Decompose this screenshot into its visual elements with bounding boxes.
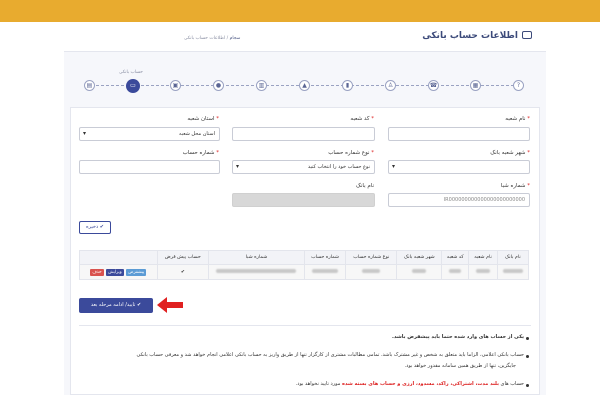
notes-divider (79, 325, 531, 326)
branch-city-select[interactable] (388, 160, 530, 174)
step-bank-card-icon[interactable]: ▭ (126, 79, 140, 93)
step-id-card-icon[interactable]: ▣ (170, 80, 181, 91)
cell-branch-code (441, 264, 470, 280)
top-bar (0, 0, 600, 22)
branch-province-select[interactable]: استان محل شعبه (79, 127, 220, 141)
note-ownership-line2: جایگزین، تنها از طریق همین سامانه مقدور … (404, 363, 517, 369)
sheba-label: * شماره شبا (500, 183, 530, 189)
active-step-label: حساب بانکی (119, 70, 143, 75)
col-branch-code: کد شعبه (441, 250, 470, 265)
note-ownership-line1: حساب بانکی اعلامی، الزاما باید متعلق به … (136, 352, 524, 358)
cell-default-check: ✔ (156, 264, 209, 280)
step-certificate-icon[interactable]: ▦ (470, 80, 481, 91)
bank-name-input (232, 193, 375, 207)
branch-province-label: * استان شعبه (187, 116, 219, 122)
step-progress: حساب بانکی ▤ ▭ ▣ ● ▥ ▲ ▮ ♙ ☎ ▦ ? ⌂ (64, 68, 546, 98)
bank-card-icon (522, 31, 532, 39)
cell-branch-name (468, 264, 498, 280)
account-type-label: * نوع شماره حساب (328, 150, 374, 156)
col-sheba: شماره شبا (207, 250, 305, 265)
breadcrumb: سجام / اطلاعات حساب بانکی (184, 36, 241, 41)
col-branch-name: نام شعبه (468, 250, 498, 265)
account-number-input[interactable] (79, 160, 220, 174)
col-account-number: شماره حساب (303, 250, 347, 265)
edit-button[interactable]: ویرایش (106, 268, 124, 276)
step-address-card-icon[interactable]: ▥ (256, 80, 267, 91)
cell-account-number (303, 264, 347, 280)
account-type-select[interactable]: نوع حساب خود را انتخاب کنید (232, 160, 375, 174)
col-account-type: نوع شماره حساب (345, 250, 398, 265)
step-question-icon[interactable]: ? (513, 80, 524, 91)
delete-button[interactable]: حذف (90, 268, 104, 276)
bank-accounts-table: نام بانک نام شعبه کد شعبه شهر شعبه بانک … (79, 250, 530, 280)
cell-bank-name (496, 264, 530, 280)
step-graduation-cap-icon[interactable]: ▲ (299, 80, 310, 91)
step-document-icon[interactable]: ▤ (84, 80, 95, 91)
note-invalid-accounts: حساب های بلند مدت، اشتراکی، راکد، مسدود،… (295, 381, 524, 387)
branch-name-input[interactable] (388, 127, 530, 141)
breadcrumb-home[interactable]: سجام (230, 36, 241, 41)
branch-code-label: * کد شعبه (350, 116, 374, 122)
confirm-next-step-button[interactable]: ✔ تایید/ ادامه مرحله بعد (79, 298, 153, 313)
bank-name-label: نام بانک (355, 183, 374, 189)
step-bookmark-icon[interactable]: ▮ (342, 80, 353, 91)
note-bullet (526, 384, 529, 387)
set-default-button[interactable]: پیشفرض (126, 268, 147, 276)
save-button[interactable]: ✔ ذخیره (79, 221, 111, 234)
step-phone-icon[interactable]: ☎ (428, 80, 439, 91)
cell-branch-city (396, 264, 443, 280)
cell-sheba (207, 264, 305, 280)
branch-name-label: * نام شعبه (505, 116, 530, 122)
note-bullet (526, 337, 529, 340)
page-header: اطلاعات حساب بانکی سجام / اطلاعات حساب ب… (64, 22, 546, 52)
note-bullet (526, 355, 529, 358)
breadcrumb-current: اطلاعات حساب بانکی (184, 36, 226, 41)
cell-actions: پیشفرض ویرایش حذف (79, 264, 158, 280)
col-actions (79, 250, 158, 265)
step-user-icon[interactable]: ● (213, 80, 224, 91)
note-default-required: یکی از حساب های وارد شده حتما باید پیشفر… (392, 334, 524, 340)
cell-account-type (345, 264, 398, 280)
table-header-row: نام بانک نام شعبه کد شعبه شهر شعبه بانک … (79, 250, 530, 265)
col-default: حساب پیش فرض (156, 250, 209, 265)
table-row: ✔ پیشفرض ویرایش حذف (79, 264, 530, 280)
account-number-label: * شماره حساب (182, 150, 219, 156)
col-branch-city: شهر شعبه بانک (396, 250, 443, 265)
sheba-input[interactable]: IR000000000000000000000000 (388, 193, 530, 207)
branch-city-label: * شهر شعبه بانک (490, 150, 530, 156)
step-person-icon[interactable]: ♙ (385, 80, 396, 91)
page-title: اطلاعات حساب بانکی (422, 31, 518, 41)
col-bank-name: نام بانک (496, 250, 530, 265)
pointer-arrow-icon (157, 297, 183, 313)
branch-code-input[interactable] (232, 127, 375, 141)
